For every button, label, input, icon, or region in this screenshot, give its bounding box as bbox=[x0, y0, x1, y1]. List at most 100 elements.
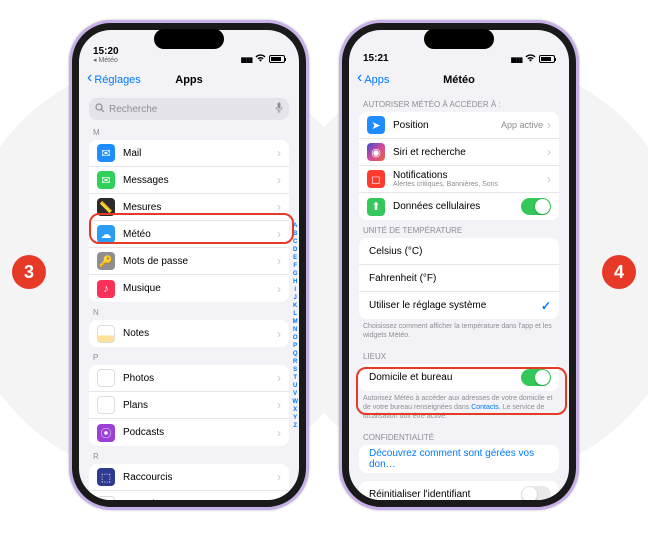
list-reset: Réinitialiser l'identifiant bbox=[359, 481, 559, 500]
row-measures[interactable]: 📏Mesures› bbox=[89, 194, 289, 221]
search-icon bbox=[95, 103, 105, 116]
row-system-setting[interactable]: Utiliser le réglage système✓ bbox=[359, 292, 559, 319]
messages-icon: ✉ bbox=[97, 171, 115, 189]
row-cellular: ⬆Données cellulaires bbox=[359, 193, 559, 220]
list-privacy-link: Découvrez comment sont gérées vos don… bbox=[359, 445, 559, 473]
shortcuts-icon: ⬚ bbox=[97, 468, 115, 486]
alpha-index[interactable]: ABCDEFGHIJKLMNOPQRSTUVWXYZ bbox=[292, 222, 298, 430]
cellular-icon: ⬆ bbox=[367, 198, 385, 216]
section-header-n: N bbox=[79, 302, 299, 320]
status-time: 15:21 bbox=[363, 54, 389, 64]
row-notifications[interactable]: ◻NotificationsAlertes critiques, Bannièr… bbox=[359, 166, 559, 193]
battery-icon bbox=[269, 55, 285, 63]
section-access-label: AUTORISER MÉTÉO À ACCÉDER À : bbox=[349, 94, 569, 112]
chevron-right-icon: › bbox=[547, 172, 551, 186]
section-header-r: R bbox=[79, 446, 299, 464]
row-home-office: Domicile et bureau bbox=[359, 364, 559, 391]
checkmark-icon: ✓ bbox=[541, 299, 551, 313]
notes-icon bbox=[97, 325, 115, 343]
row-messages[interactable]: ✉Messages› bbox=[89, 167, 289, 194]
row-reminders[interactable]: ☑Rappels› bbox=[89, 491, 289, 500]
row-reset-id: Réinitialiser l'identifiant bbox=[359, 481, 559, 500]
nav-bar: Apps Météo bbox=[349, 66, 569, 94]
signal-icon bbox=[511, 54, 522, 64]
row-shortcuts[interactable]: ⬚Raccourcis› bbox=[89, 464, 289, 491]
row-location[interactable]: ➤PositionApp active› bbox=[359, 112, 559, 139]
row-music[interactable]: ♪Musique› bbox=[89, 275, 289, 302]
reset-toggle[interactable] bbox=[521, 486, 551, 500]
chevron-right-icon: › bbox=[277, 146, 281, 160]
dynamic-island bbox=[154, 29, 224, 49]
chevron-right-icon: › bbox=[277, 470, 281, 484]
step-badge-4: 4 bbox=[602, 255, 636, 289]
list-p: 🏵Photos› 🗺Plans› ⦿Podcasts› bbox=[89, 365, 289, 446]
chevron-right-icon: › bbox=[547, 145, 551, 159]
music-icon: ♪ bbox=[97, 280, 115, 298]
wifi-icon bbox=[255, 54, 266, 64]
status-time: 15:20 bbox=[93, 47, 119, 57]
home-office-toggle[interactable] bbox=[521, 369, 551, 386]
row-podcasts[interactable]: ⦿Podcasts› bbox=[89, 419, 289, 446]
chevron-right-icon: › bbox=[277, 498, 281, 501]
row-maps[interactable]: 🗺Plans› bbox=[89, 392, 289, 419]
chevron-right-icon: › bbox=[277, 173, 281, 187]
reminders-icon: ☑ bbox=[97, 496, 115, 501]
list-m: ✉Mail› ✉Messages› 📏Mesures› ☁Météo› 🔑Mot… bbox=[89, 140, 289, 302]
row-photos[interactable]: 🏵Photos› bbox=[89, 365, 289, 392]
section-privacy-label: CONFIDENTIALITÉ bbox=[349, 427, 569, 445]
chevron-right-icon: › bbox=[277, 426, 281, 440]
row-privacy-link[interactable]: Découvrez comment sont gérées vos don… bbox=[359, 445, 559, 473]
row-passwords[interactable]: 🔑Mots de passe› bbox=[89, 248, 289, 275]
temp-footer: Choisissez comment afficher la températu… bbox=[349, 319, 569, 346]
section-temp-label: UNITÉ DE TEMPÉRATURE bbox=[349, 220, 569, 238]
podcasts-icon: ⦿ bbox=[97, 424, 115, 442]
phone-right: 15:21 Apps Météo AUTORISER MÉTÉO bbox=[339, 20, 579, 510]
dynamic-island bbox=[424, 29, 494, 49]
row-fahrenheit[interactable]: Fahrenheit (°F) bbox=[359, 265, 559, 292]
location-value: App active bbox=[501, 120, 543, 130]
chevron-right-icon: › bbox=[277, 254, 281, 268]
weather-icon: ☁ bbox=[97, 225, 115, 243]
nav-bar: Réglages Apps bbox=[79, 66, 299, 94]
step-badge-3: 3 bbox=[12, 255, 46, 289]
siri-icon: ◉ bbox=[367, 143, 385, 161]
list-temp: Celsius (°C) Fahrenheit (°F) Utiliser le… bbox=[359, 238, 559, 319]
row-mail[interactable]: ✉Mail› bbox=[89, 140, 289, 167]
list-places: Domicile et bureau bbox=[359, 364, 559, 391]
mic-icon[interactable] bbox=[275, 102, 283, 116]
list-n: Notes› bbox=[89, 320, 289, 347]
chevron-right-icon: › bbox=[277, 200, 281, 214]
section-places-label: LIEUX bbox=[349, 346, 569, 364]
row-siri[interactable]: ◉Siri et recherche› bbox=[359, 139, 559, 166]
page-title: Apps bbox=[79, 74, 299, 86]
photos-icon: 🏵 bbox=[97, 369, 115, 387]
chevron-right-icon: › bbox=[277, 398, 281, 412]
maps-icon: 🗺 bbox=[97, 396, 115, 414]
battery-icon bbox=[539, 55, 555, 63]
chevron-right-icon: › bbox=[547, 118, 551, 132]
page-title: Météo bbox=[349, 74, 569, 86]
chevron-right-icon: › bbox=[277, 371, 281, 385]
cellular-toggle[interactable] bbox=[521, 198, 551, 215]
passwords-icon: 🔑 bbox=[97, 252, 115, 270]
location-icon: ➤ bbox=[367, 116, 385, 134]
places-footer: Autorisez Météo à accéder aux adresses d… bbox=[349, 391, 569, 427]
section-header-p: P bbox=[79, 347, 299, 365]
row-weather[interactable]: ☁Météo› bbox=[89, 221, 289, 248]
wifi-icon bbox=[525, 54, 536, 64]
search-placeholder: Recherche bbox=[109, 104, 157, 115]
chevron-right-icon: › bbox=[277, 227, 281, 241]
measure-icon: 📏 bbox=[97, 198, 115, 216]
contacts-link[interactable]: Contacts bbox=[471, 404, 499, 411]
chevron-right-icon: › bbox=[277, 282, 281, 296]
search-input[interactable]: Recherche bbox=[89, 98, 289, 120]
status-breadcrumb[interactable]: ◂ Météo bbox=[93, 57, 119, 64]
signal-icon bbox=[241, 54, 252, 64]
chevron-right-icon: › bbox=[277, 327, 281, 341]
row-notes[interactable]: Notes› bbox=[89, 320, 289, 347]
row-celsius[interactable]: Celsius (°C) bbox=[359, 238, 559, 265]
section-header-m: M bbox=[79, 122, 299, 140]
list-access: ➤PositionApp active› ◉Siri et recherche›… bbox=[359, 112, 559, 220]
phone-left: 15:20 ◂ Météo Réglages Apps bbox=[69, 20, 309, 510]
notif-icon: ◻ bbox=[367, 170, 385, 188]
